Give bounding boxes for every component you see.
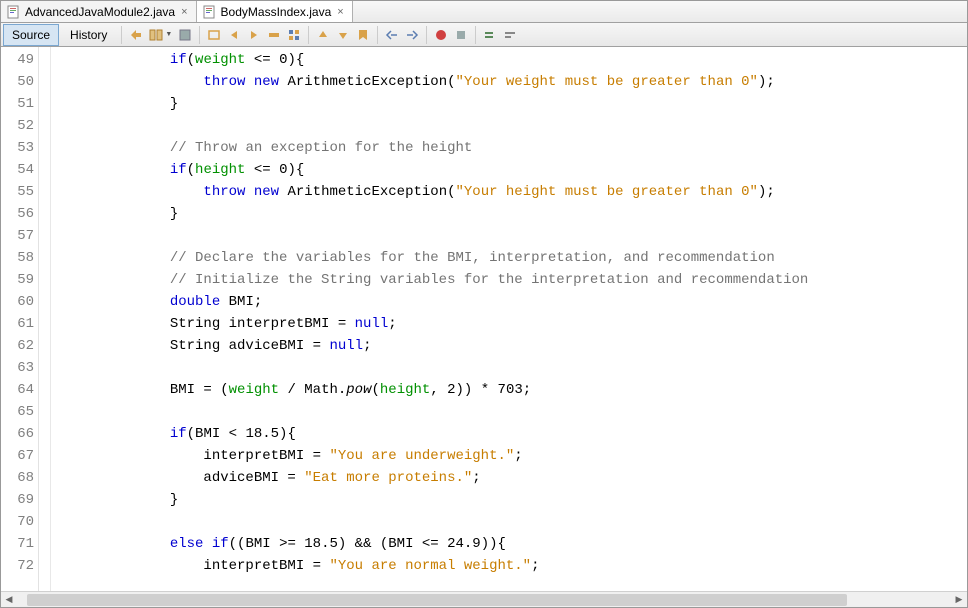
file-tabs: AdvancedJavaModule2.java × BodyMassIndex… xyxy=(1,1,967,23)
toolbar-separator xyxy=(475,26,476,44)
toggle-highlight-icon[interactable] xyxy=(265,26,283,44)
toolbar-separator xyxy=(426,26,427,44)
next-bookmark-icon[interactable] xyxy=(334,26,352,44)
scroll-left-icon[interactable]: ◀ xyxy=(1,593,17,607)
toggle-bookmark-2-icon[interactable] xyxy=(354,26,372,44)
stop-macro-icon[interactable] xyxy=(452,26,470,44)
scroll-right-icon[interactable]: ▶ xyxy=(951,593,967,607)
toolbar-separator xyxy=(377,26,378,44)
find-next-icon[interactable] xyxy=(245,26,263,44)
java-file-icon xyxy=(7,5,21,19)
shift-right-icon[interactable] xyxy=(403,26,421,44)
dropdown-icon[interactable]: ▼ xyxy=(165,31,172,38)
close-icon[interactable]: × xyxy=(179,6,189,18)
toolbar-separator xyxy=(199,26,200,44)
start-macro-icon[interactable] xyxy=(432,26,450,44)
code-content[interactable]: if(weight <= 0){ throw new ArithmeticExc… xyxy=(65,47,967,591)
prev-bookmark-icon[interactable] xyxy=(314,26,332,44)
last-edit-icon[interactable] xyxy=(127,26,145,44)
file-tab-bmi[interactable]: BodyMassIndex.java × xyxy=(197,1,353,22)
comment-icon[interactable] xyxy=(481,26,499,44)
toolbar-separator xyxy=(308,26,309,44)
find-prev-icon[interactable] xyxy=(225,26,243,44)
file-tab-advanced[interactable]: AdvancedJavaModule2.java × xyxy=(1,1,197,22)
diff-icon[interactable] xyxy=(147,26,165,44)
file-tab-label: BodyMassIndex.java xyxy=(221,5,332,19)
save-icon[interactable] xyxy=(176,26,194,44)
horizontal-scrollbar[interactable]: ◀ ▶ xyxy=(1,591,967,607)
scroll-track[interactable] xyxy=(17,593,951,607)
line-number-gutter: 49 50 51 52 53 54 55 56 57 58 59 60 61 6… xyxy=(1,47,39,591)
shift-left-icon[interactable] xyxy=(383,26,401,44)
fold-strip xyxy=(39,47,51,591)
close-icon[interactable]: × xyxy=(335,6,345,18)
source-view-tab[interactable]: Source xyxy=(3,24,59,46)
history-view-tab[interactable]: History xyxy=(61,24,116,46)
toolbar-separator xyxy=(121,26,122,44)
margin-strip xyxy=(51,47,65,591)
file-tab-label: AdvancedJavaModule2.java xyxy=(25,5,175,19)
uncomment-icon[interactable] xyxy=(501,26,519,44)
find-selection-icon[interactable] xyxy=(205,26,223,44)
scroll-thumb[interactable] xyxy=(27,594,847,606)
editor-toolbar: Source History ▼ xyxy=(1,23,967,47)
toggle-bookmark-icon[interactable] xyxy=(285,26,303,44)
code-editor[interactable]: 49 50 51 52 53 54 55 56 57 58 59 60 61 6… xyxy=(1,47,967,591)
java-file-icon xyxy=(203,5,217,19)
